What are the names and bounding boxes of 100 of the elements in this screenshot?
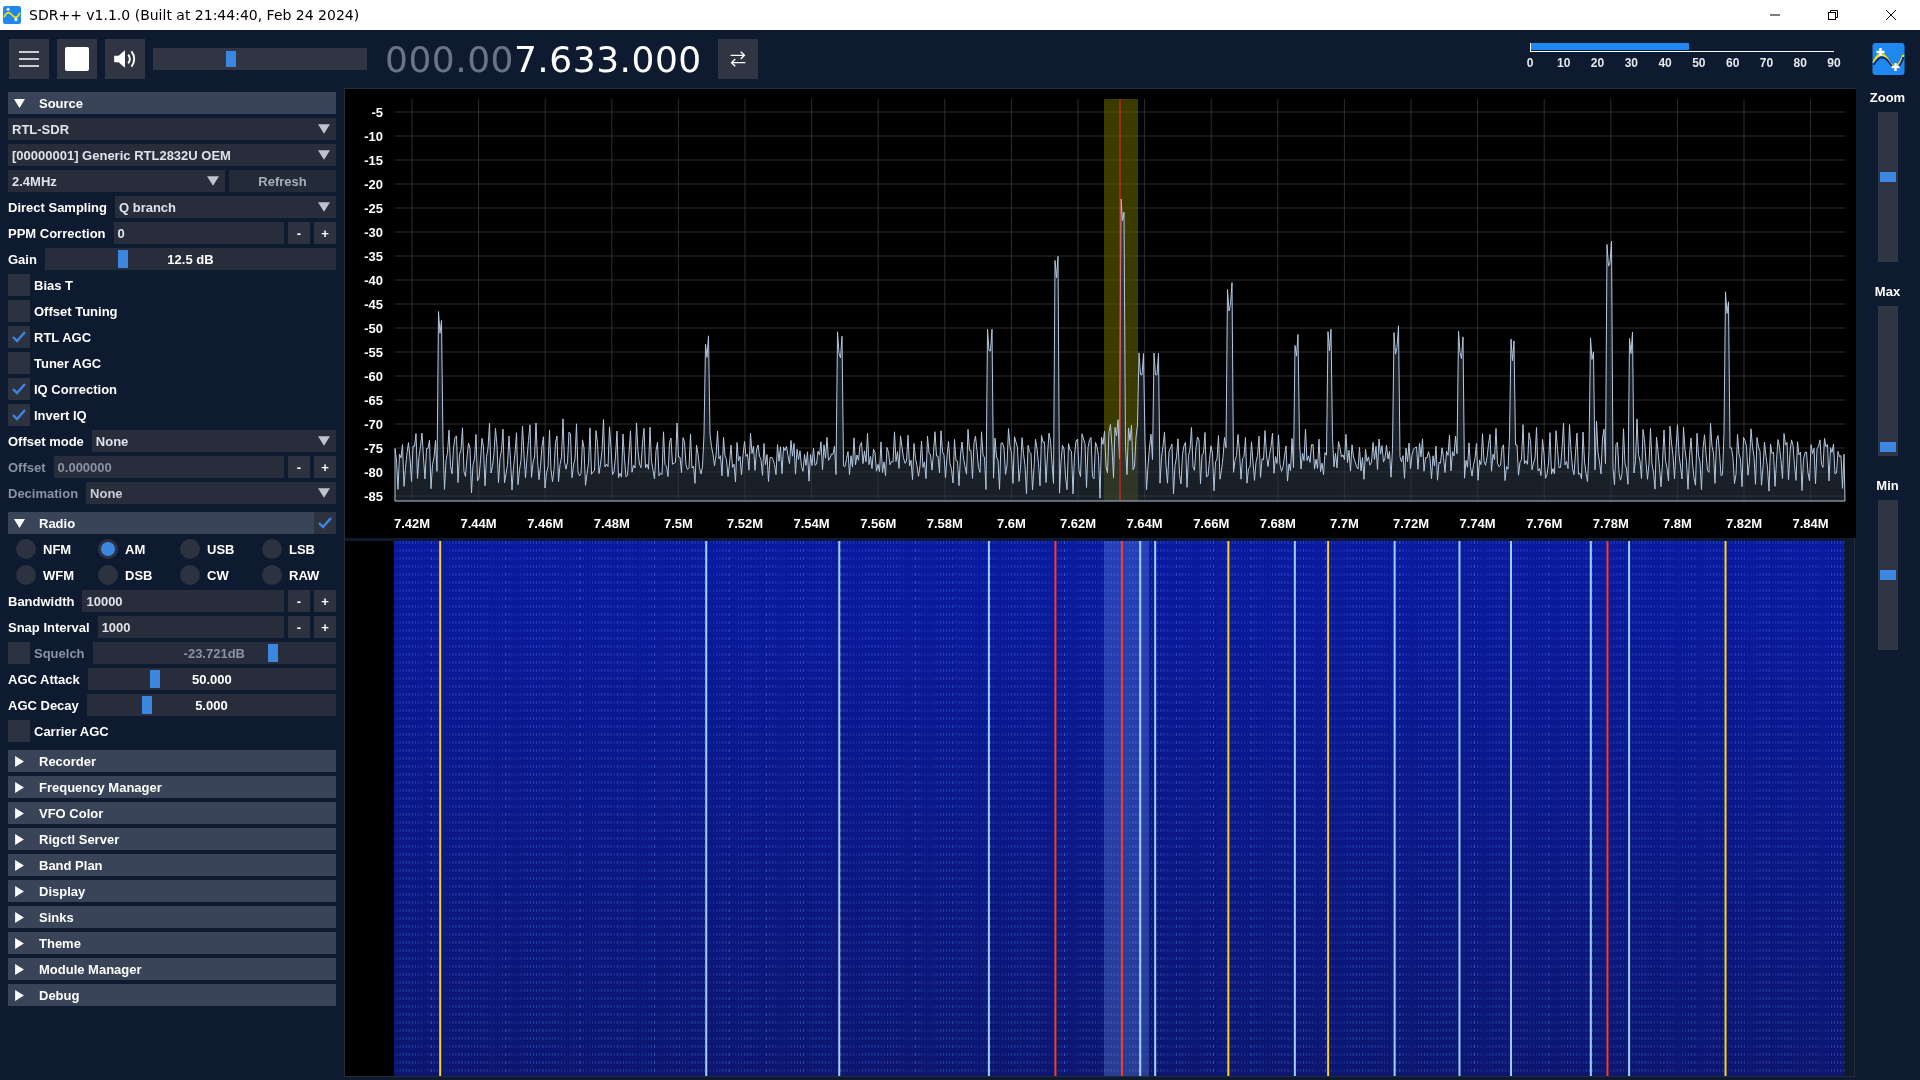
axis-label: 7.52M [726,516,764,531]
checkbox-label: Invert IQ [34,407,87,423]
field-label: Bandwidth [8,593,75,609]
section-header[interactable]: Sinks [8,906,336,928]
axis-label: 7.68M [1259,516,1296,531]
increment-button[interactable]: + [314,590,336,612]
increment-button[interactable]: + [314,616,336,638]
decrement-button[interactable]: - [288,616,310,638]
axis-label: 7.66M [1193,516,1230,531]
slider-thumb[interactable] [118,250,128,268]
radio-button[interactable] [98,539,118,559]
field-label: Offset [8,459,46,475]
checkmark-icon [317,515,333,531]
frequency-display[interactable]: 000.007.633.000 [385,38,702,80]
vertical-slider[interactable] [1877,112,1898,262]
section-header[interactable]: VFO Color [8,802,336,824]
radio-button[interactable] [262,539,282,559]
slider[interactable]: 50.000 [87,668,336,690]
axis-label: -40 [364,273,383,288]
increment-button[interactable]: + [314,222,336,244]
checkbox[interactable] [8,378,30,400]
radio-button[interactable] [16,565,36,585]
radio-button[interactable] [16,539,36,559]
checkbox[interactable] [8,326,30,348]
meter-tick-label: 90 [1827,56,1841,70]
checkbox[interactable] [8,300,30,322]
input-field[interactable]: 0 [113,222,284,244]
axis-label: 7.84M [1792,516,1829,531]
axis-label: 7.7M [1329,516,1359,531]
slider-thumb[interactable] [149,670,160,688]
checkmark-icon [11,329,27,345]
radio-button[interactable] [180,539,200,559]
vertical-slider[interactable] [1877,306,1898,456]
axis-label: -85 [364,489,383,504]
radio-button[interactable] [180,565,200,585]
meter-tick-label: 50 [1692,56,1706,70]
decrement-button[interactable]: - [288,590,310,612]
section-header[interactable]: Recorder [8,750,336,772]
dropdown[interactable]: Q branch [114,196,336,218]
axis-label: -50 [364,321,383,336]
dropdown[interactable]: 2.4MHz [8,170,225,192]
section-header[interactable]: Display [8,880,336,902]
dropdown[interactable]: RTL-SDR [8,118,336,140]
volume-slider[interactable] [153,48,367,70]
slider[interactable]: 5.000 [86,694,336,716]
dropdown-arrow-icon [318,201,330,213]
radio-button[interactable] [98,565,118,585]
app-icon [3,6,21,24]
axis-label: 7.46M [527,516,564,531]
radio-label: AM [125,541,146,557]
section-header[interactable]: Source [8,92,336,114]
section-header[interactable]: Debug [8,984,336,1006]
checkbox-label: IQ Correction [34,381,118,397]
axis-label: -65 [364,393,383,408]
section-header[interactable]: Band Plan [8,854,336,876]
checkbox[interactable] [8,274,30,296]
slider-thumb[interactable] [226,51,237,67]
meter-tick-label: 10 [1557,56,1571,70]
section-header[interactable]: Frequency Manager [8,776,336,798]
checkbox[interactable] [314,512,336,534]
section-header[interactable]: Module Manager [8,958,336,980]
dropdown[interactable]: [00000001] Generic RTL2832U OEM [8,144,336,166]
dropdown-arrow-icon [318,123,330,135]
refresh-button[interactable]: Refresh [229,170,336,192]
dropdown-arrow-icon [318,149,330,161]
axis-label: 7.6M [996,516,1026,531]
axis-label: 7.76M [1526,516,1563,531]
menu-button[interactable] [9,39,49,79]
vertical-slider[interactable] [1877,500,1898,650]
window-title: SDR++ v1.1.0 (Built at 21:44:40, Feb 24 2024) [29,7,360,23]
axis-label: -75 [364,441,383,456]
meter-tick-label: 70 [1759,56,1774,70]
slider-thumb[interactable] [1879,441,1896,452]
input-field[interactable]: 10000 [82,590,284,612]
slider-thumb[interactable] [1879,172,1896,183]
section-header[interactable]: Theme [8,932,336,954]
section-header[interactable]: Rigctl Server [8,828,336,850]
meter-tick-label: 80 [1793,56,1807,70]
checkbox[interactable] [8,720,30,742]
stop-button[interactable] [57,39,97,79]
axis-label: -30 [364,225,383,240]
input-field[interactable]: 1000 [97,616,284,638]
volume-button[interactable] [105,39,145,79]
checkbox[interactable] [8,404,30,426]
meter-tick-label: 60 [1726,56,1740,70]
slider-thumb[interactable] [141,696,152,714]
checkbox[interactable] [8,352,30,374]
axis-label: -80 [364,465,383,480]
slider-thumb[interactable] [1879,570,1896,580]
axis-label: -10 [364,129,383,144]
section-header[interactable]: Radio [8,512,336,534]
dropdown[interactable]: None [91,430,336,452]
field-label: Squelch [34,645,85,661]
radio-button[interactable] [262,565,282,585]
axis-label: 7.78M [1592,516,1629,531]
decrement-button[interactable]: - [288,222,310,244]
axis-label: -60 [364,369,383,384]
checkbox-label: Carrier AGC [34,723,109,739]
swap-button[interactable] [717,39,758,79]
slider[interactable]: 12.5 dB [44,248,336,270]
